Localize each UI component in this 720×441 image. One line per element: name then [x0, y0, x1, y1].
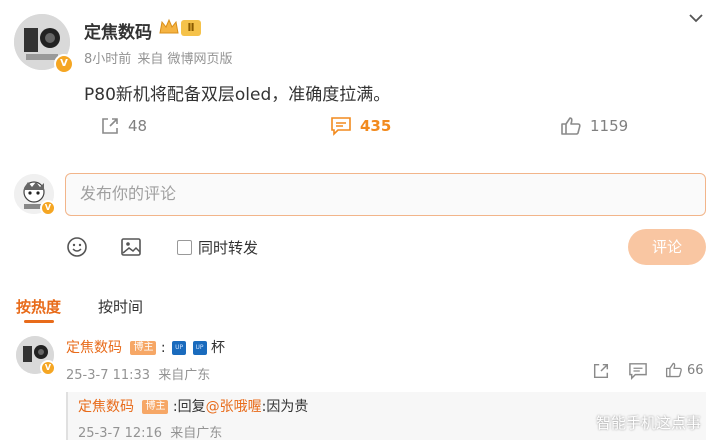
reply-time: 25-3-7 12:16 — [78, 426, 163, 441]
repost-button[interactable]: 48 — [100, 116, 147, 136]
post-author-name[interactable]: 定焦数码 — [84, 18, 152, 43]
image-upload-icon[interactable] — [120, 237, 142, 257]
comment-like-count: 66 — [687, 362, 704, 378]
reply-meta: 25-3-7 12:16 来自广东 — [78, 422, 222, 441]
reply-location: 来自广东 — [170, 426, 223, 441]
emoji-up-icon: UP — [192, 341, 207, 355]
comment-input-placeholder: 发布你的评论 — [80, 184, 177, 203]
chevron-down-icon[interactable] — [688, 10, 704, 26]
reply-line: 定焦数码 博主 :回复@张哦喔:因为贵 — [78, 396, 308, 416]
thumbs-up-icon — [665, 362, 682, 378]
repost-checkbox-label: 同时转发 — [198, 239, 259, 257]
reply-mention[interactable]: @张哦喔 — [206, 399, 262, 415]
repost-icon — [102, 118, 118, 134]
tab-sort-time[interactable]: 按时间 — [98, 296, 143, 317]
tab-sort-hot[interactable]: 按热度 — [16, 296, 61, 317]
reply-text: :因为贵 — [261, 399, 309, 415]
post-time: 8小时前 — [84, 52, 132, 67]
verified-badge-icon: V — [54, 54, 74, 74]
post-source: 来自 微博网页版 — [137, 52, 233, 67]
emoji-up-icon: UP — [172, 341, 187, 355]
like-button[interactable]: 1159 — [560, 116, 628, 136]
level-badge: Ⅱ — [181, 20, 201, 36]
post-content: P80新机将配备双层oled，准确度拉满。 — [84, 85, 391, 105]
comment-like-button[interactable]: 66 — [665, 361, 704, 379]
comment-line: 定焦数码 博主 : UP UP 杯 — [66, 337, 225, 357]
reply-author-tag: 博主 — [142, 400, 169, 414]
comment-time: 25-3-7 11:33 — [66, 368, 151, 383]
watermark: 智能手机这点事 — [596, 414, 702, 432]
comment-location: 来自广东 — [158, 368, 211, 383]
post-meta: 8小时前 来自 微博网页版 — [84, 48, 233, 67]
emoji-icon[interactable] — [66, 236, 88, 258]
reply-author-name[interactable]: 定焦数码 — [78, 399, 134, 415]
user-verified-icon: V — [40, 200, 56, 216]
author-tag: 博主 — [130, 341, 157, 355]
reply-prefix: :回复 — [172, 399, 206, 415]
checkbox-box[interactable] — [177, 240, 192, 255]
repost-checkbox[interactable]: 同时转发 — [177, 237, 258, 258]
comment-verified-icon: V — [40, 360, 56, 376]
comment-button[interactable]: 435 — [330, 116, 391, 136]
comment-author-name[interactable]: 定焦数码 — [66, 340, 122, 356]
comment-meta: 25-3-7 11:33 来自广东 — [66, 364, 210, 383]
comment-text-prefix: : — [160, 340, 166, 356]
tab-active-indicator — [24, 320, 54, 323]
submit-comment-button[interactable]: 评论 — [628, 229, 706, 265]
comment-count: 435 — [360, 117, 392, 135]
comment-reply-icon[interactable] — [628, 362, 648, 380]
comment-input[interactable]: 发布你的评论 — [65, 173, 706, 216]
comment-icon — [331, 117, 351, 136]
vip-crown-icon — [158, 17, 180, 37]
comment-repost-icon[interactable] — [592, 362, 610, 380]
comment-text-suffix: 杯 — [210, 340, 225, 356]
repost-count: 48 — [128, 117, 148, 135]
thumbs-up-icon — [561, 117, 581, 135]
like-count: 1159 — [590, 117, 629, 135]
